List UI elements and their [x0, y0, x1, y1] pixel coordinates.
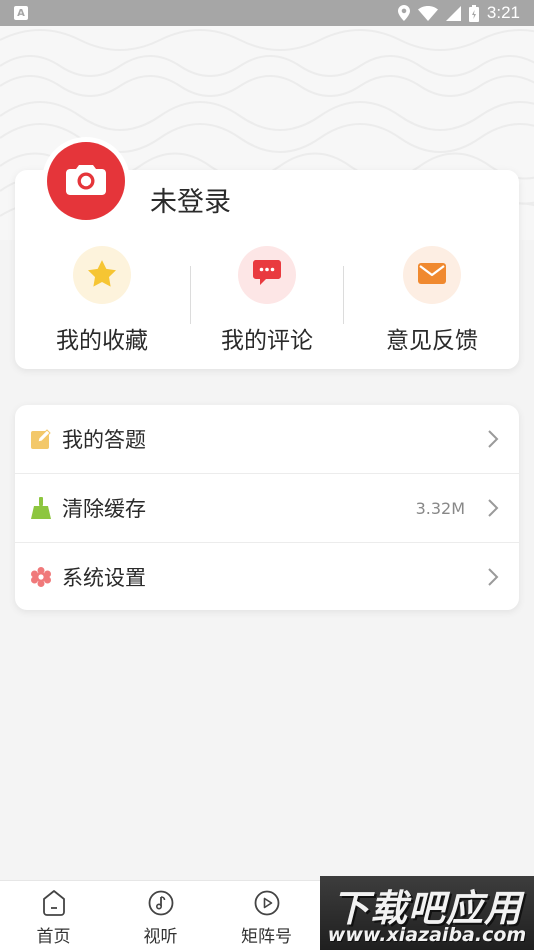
comment-icon	[253, 260, 281, 290]
music-note-icon	[147, 889, 175, 917]
menu-item-label: 清除缓存	[62, 497, 146, 521]
edit-note-icon	[31, 429, 51, 449]
tab-label: 首页	[36, 927, 71, 947]
chevron-right-icon	[487, 567, 499, 591]
menu-item-label: 我的答题	[62, 428, 146, 452]
play-icon	[253, 889, 281, 917]
status-bar: A 3:21	[0, 0, 534, 26]
login-label[interactable]: 未登录	[150, 180, 231, 219]
cache-size: 3.32M	[415, 498, 465, 518]
settings-menu: 我的答题 清除缓存 3.32M 系统设置	[15, 405, 519, 610]
chevron-right-icon	[487, 429, 499, 453]
divider	[343, 266, 344, 324]
menu-item-clear-cache[interactable]: 清除缓存 3.32M	[15, 474, 519, 542]
tab-label: 视听	[143, 927, 178, 947]
menu-item-label: 系统设置	[62, 566, 146, 590]
watermark-url: www.xiazaiba.com	[327, 924, 527, 946]
notification-badge: A	[14, 6, 28, 20]
signal-icon	[445, 5, 461, 21]
location-icon	[397, 5, 410, 21]
camera-icon	[66, 163, 106, 199]
quick-action-label: 意见反馈	[386, 328, 478, 354]
menu-item-my-quiz[interactable]: 我的答题	[15, 405, 519, 473]
tab-audio-video[interactable]: 视听	[107, 881, 214, 950]
avatar[interactable]	[42, 137, 130, 225]
quick-action-comments[interactable]: 我的评论	[187, 246, 347, 355]
settings-icon	[31, 567, 51, 587]
chevron-right-icon	[487, 498, 499, 522]
tab-label: 矩阵号	[241, 927, 292, 947]
tab-home[interactable]: 首页	[0, 881, 107, 950]
home-icon	[40, 889, 68, 917]
star-icon	[88, 259, 116, 291]
status-time: 3:21	[486, 3, 520, 22]
quick-action-label: 我的收藏	[56, 328, 148, 354]
quick-action-favorites[interactable]: 我的收藏	[22, 246, 182, 355]
quick-action-feedback[interactable]: 意见反馈	[352, 246, 512, 355]
mail-icon	[418, 262, 446, 288]
broom-icon	[31, 497, 51, 519]
watermark-logo: 下载吧应用 www.xiazaiba.com	[320, 876, 534, 950]
menu-item-system-settings[interactable]: 系统设置	[15, 543, 519, 611]
battery-icon	[468, 4, 479, 22]
quick-action-label: 我的评论	[221, 328, 313, 354]
wifi-icon	[417, 5, 438, 21]
tab-matrix[interactable]: 矩阵号	[213, 881, 320, 950]
